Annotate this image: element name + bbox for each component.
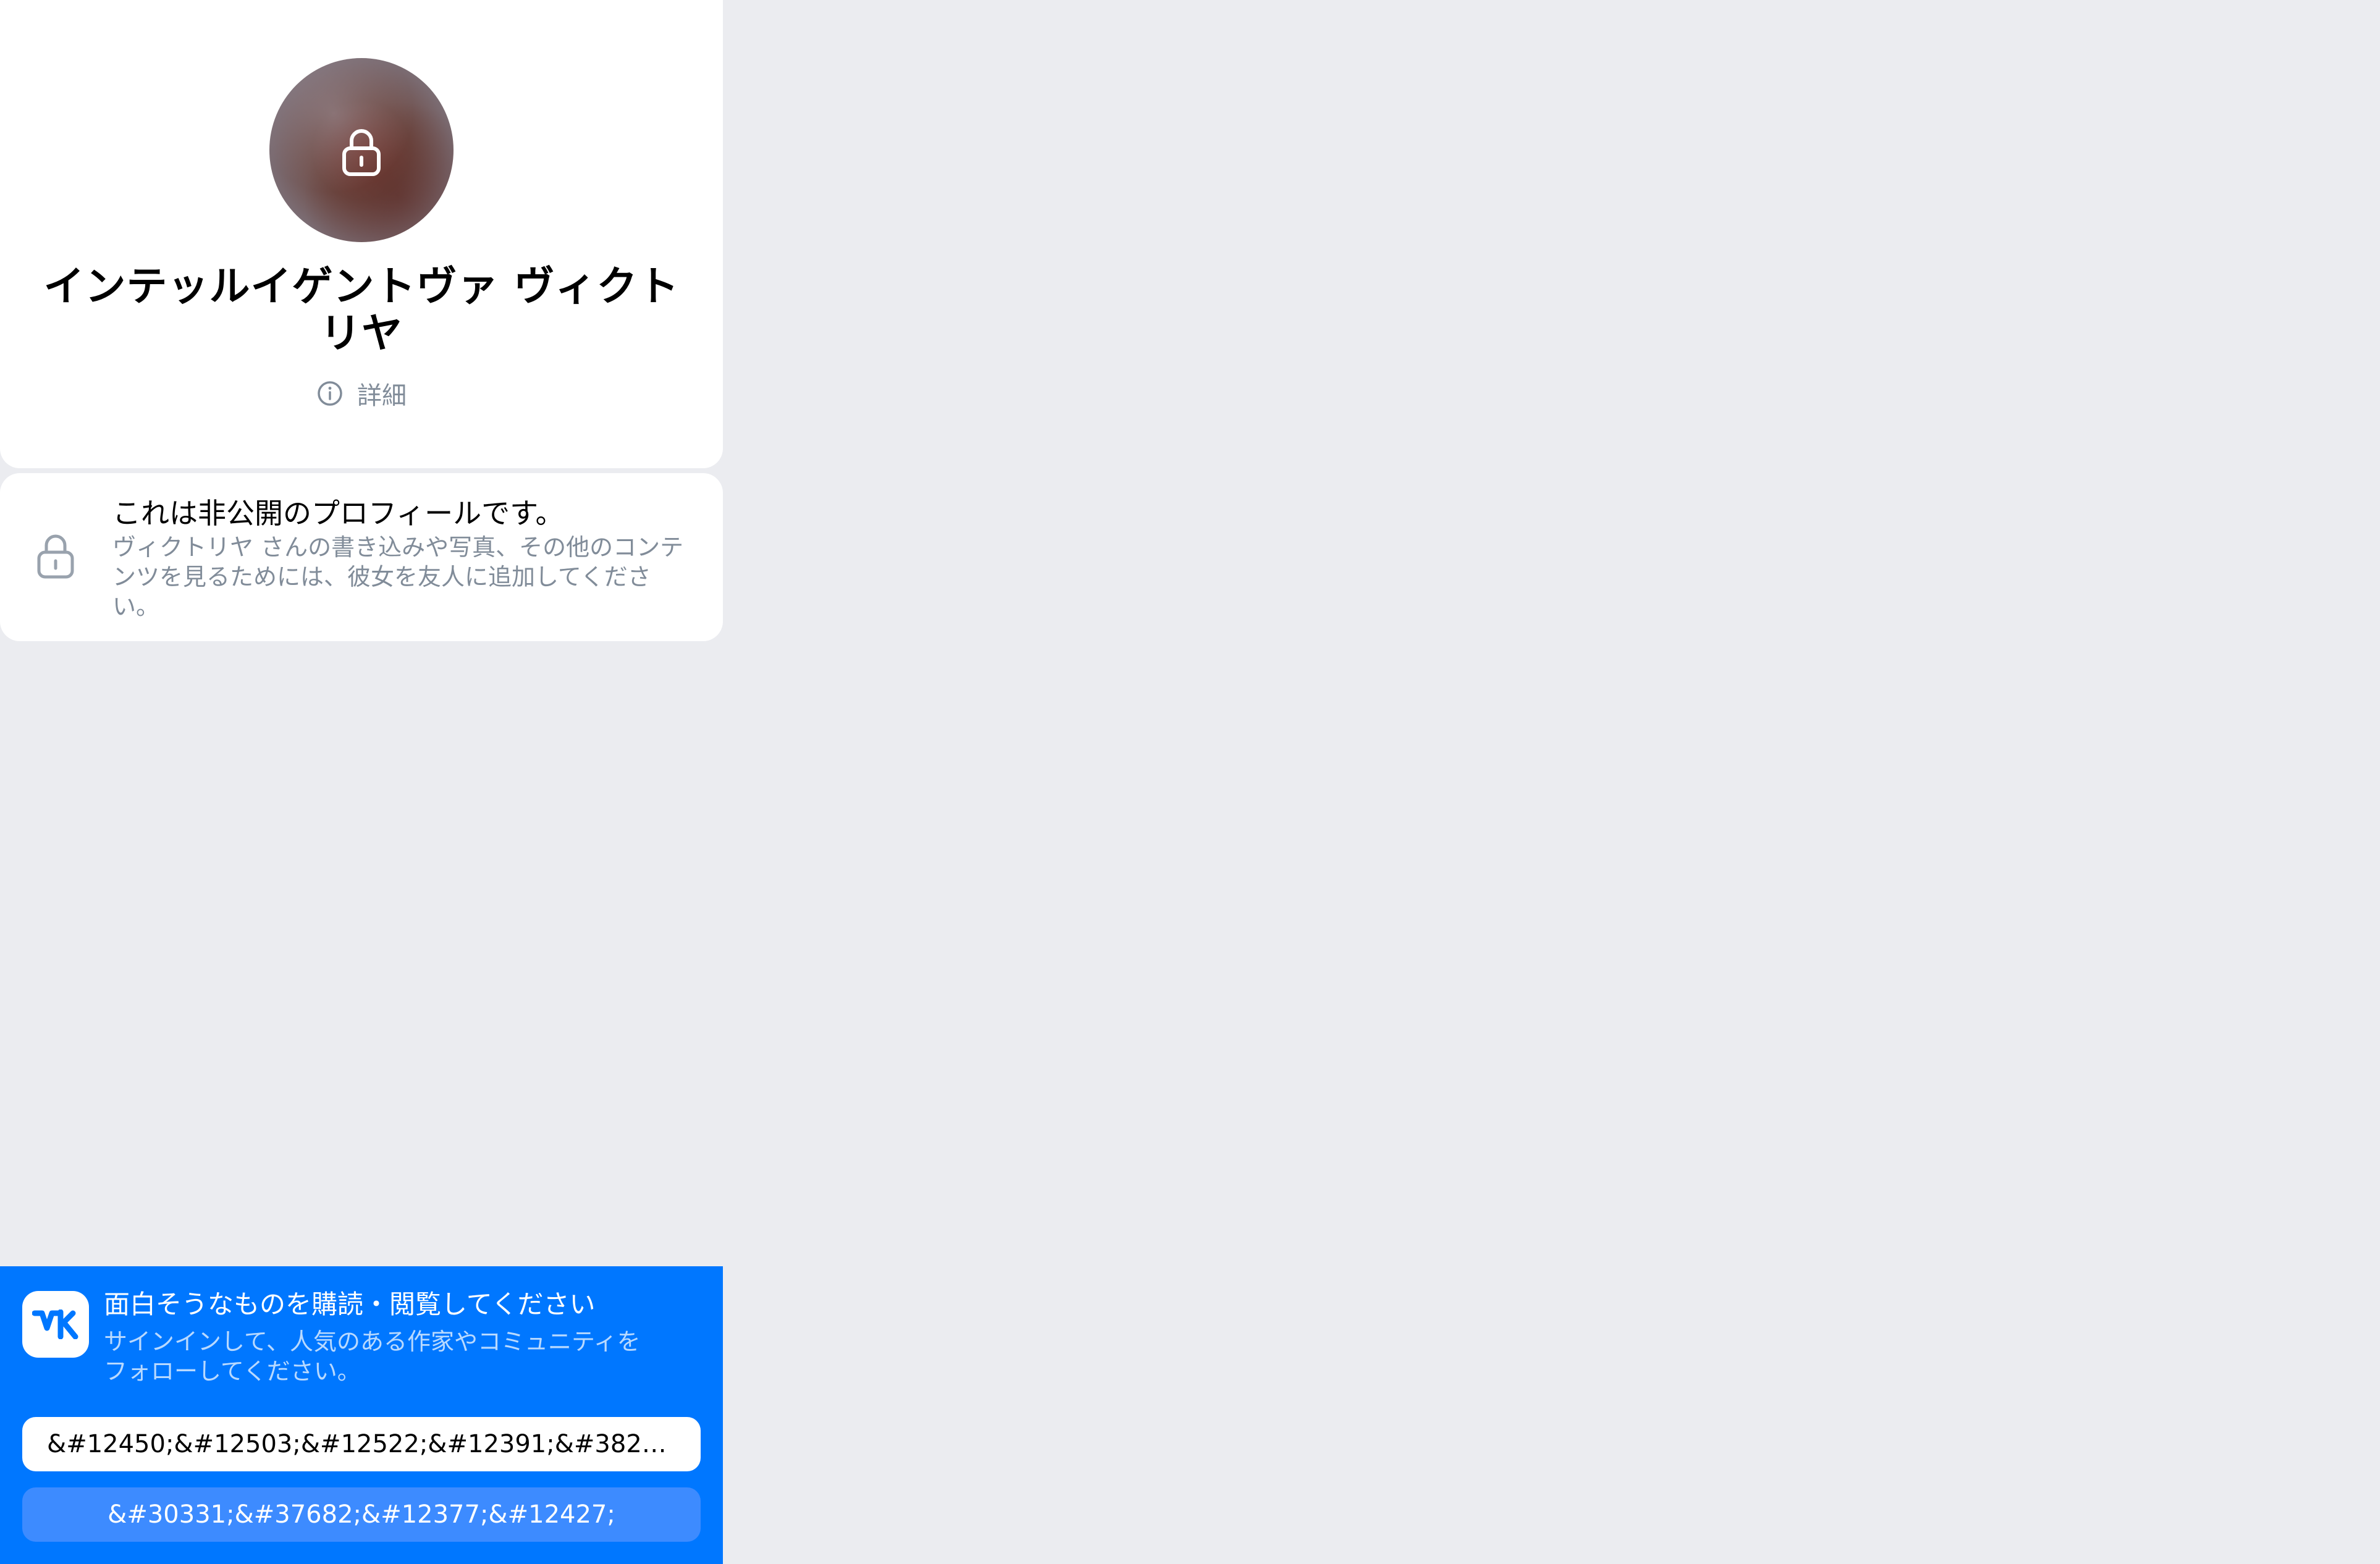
vk-logo-mark xyxy=(32,1310,78,1339)
vk-logo-icon xyxy=(22,1291,89,1358)
info-icon xyxy=(318,381,342,406)
sign-up-button[interactable]: &#30331;&#37682;&#12377;&#12427; xyxy=(22,1487,701,1542)
details-label: 詳細 xyxy=(357,382,407,410)
profile-name: インテッルイゲントヴァ ヴィクトリヤ xyxy=(43,263,680,357)
private-profile-description: ヴィクトリヤ さんの書き込みや写真、その他のコンテンツを見るためには、彼女を友人… xyxy=(112,534,684,620)
banner-subtitle: サインインして、人気のある作家やコミュニティをフォローしてください。 xyxy=(104,1328,641,1385)
lock-icon xyxy=(37,534,74,579)
banner-title: 面白そうなものを購読・閲覧してください xyxy=(104,1289,596,1319)
open-in-app-button[interactable]: &#12450;&#12503;&#12522;&#12391;&#38283;… xyxy=(22,1417,701,1471)
details-link[interactable]: 詳細 xyxy=(0,373,723,414)
lock-icon xyxy=(342,129,381,176)
avatar[interactable] xyxy=(269,58,454,242)
private-profile-title: これは非公開のプロフィールです。 xyxy=(112,497,564,530)
profile-column: インテッルイゲントヴァ ヴィクトリヤ 詳細 これは非公開のプロフィールです。 ヴ… xyxy=(0,0,723,1564)
